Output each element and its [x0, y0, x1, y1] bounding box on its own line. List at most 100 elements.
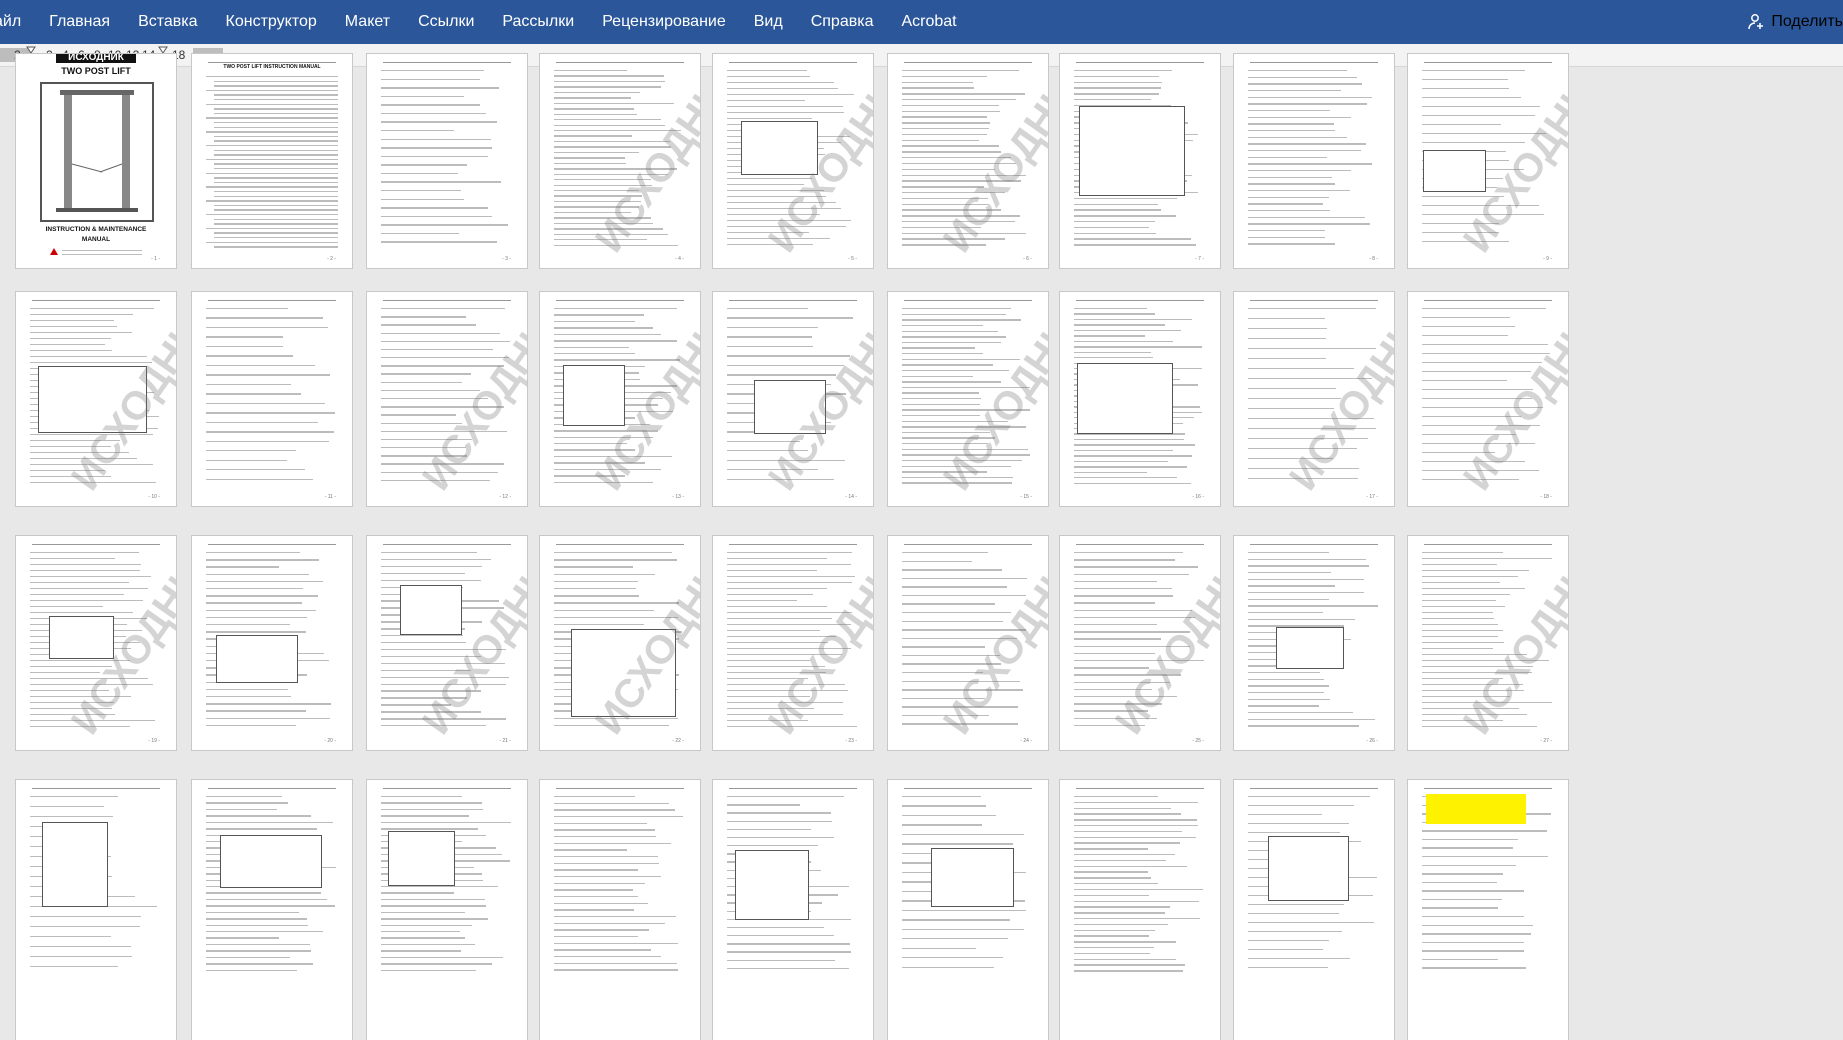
page-thumbnail[interactable]: ИСХОДНИК - 4 - — [540, 54, 700, 268]
text-line — [727, 594, 814, 596]
ribbon-tab[interactable]: Конструктор — [212, 0, 331, 44]
page-thumbnail[interactable]: ИСХОДНИК - 24 - — [888, 536, 1048, 750]
ribbon-tab[interactable]: Рассылки — [488, 0, 588, 44]
page-thumbnail[interactable]: ИСХОДНИК - 15 - — [888, 292, 1048, 506]
page-thumbnail[interactable] — [1060, 780, 1220, 1040]
text-line — [1074, 477, 1177, 479]
page-thumbnail[interactable]: ИСХОДНИК - 27 - — [1408, 536, 1568, 750]
page-thumbnail[interactable]: ИСХОДНИК - 19 - — [16, 536, 176, 750]
text-line — [727, 558, 827, 560]
page-thumbnail[interactable]: - 11 - — [192, 292, 352, 506]
page-thumbnail[interactable]: ИСХОДНИК TWO POST LIFT INSTRUCTION & MAINT… — [16, 54, 176, 268]
text-line — [727, 926, 825, 929]
text-line — [727, 308, 808, 310]
page-thumbnail[interactable]: - 16 - — [1060, 292, 1220, 506]
text-line — [381, 316, 466, 318]
toc-entry — [214, 126, 338, 128]
ribbon-tab[interactable]: Рецензирование — [588, 0, 740, 44]
page-thumbnail[interactable]: ИСХОДНИК - 23 - — [713, 536, 873, 750]
toc-entry — [214, 177, 338, 179]
page-thumbnail[interactable]: ИСХОДНИК - 5 - — [713, 54, 873, 268]
page-thumbnail[interactable]: - 8 - — [1234, 54, 1394, 268]
text-line — [1248, 338, 1326, 340]
ribbon-tab[interactable]: Ссылки — [404, 0, 488, 44]
text-line — [554, 829, 655, 831]
text-line — [554, 340, 677, 342]
ribbon-tab[interactable]: Макет — [331, 0, 404, 44]
page-thumbnail[interactable]: ИСХОДНИК - 14 - — [713, 292, 873, 506]
ribbon-tab[interactable]: Вид — [740, 0, 797, 44]
text-line — [902, 353, 983, 355]
text-line — [1422, 933, 1531, 935]
ribbon-tab[interactable]: Вставка — [124, 0, 211, 44]
page-thumbnail[interactable] — [888, 780, 1048, 1040]
page-thumbnail[interactable] — [540, 780, 700, 1040]
ribbon-tab[interactable]: Справка — [797, 0, 888, 44]
page-thumbnail[interactable]: - 26 - — [1234, 536, 1394, 750]
text-line — [381, 950, 461, 952]
ribbon-tab[interactable]: айл — [0, 0, 35, 44]
text-line — [381, 112, 487, 115]
page-thumbnail[interactable] — [367, 780, 527, 1040]
page-number: - 3 - — [502, 256, 511, 262]
text-line — [1074, 70, 1173, 72]
page-thumbnail[interactable]: ИСХОДНИК - 22 - — [540, 536, 700, 750]
share-button[interactable]: Поделить — [1747, 0, 1843, 44]
text-line — [1074, 958, 1177, 960]
text-line — [206, 710, 306, 712]
text-line — [30, 672, 101, 674]
page-thumbnail[interactable]: ИСХОДНИК - 18 - — [1408, 292, 1568, 506]
page-thumbnail[interactable] — [1408, 780, 1568, 1040]
text-line — [902, 313, 1007, 316]
page-thumbnail[interactable]: - 3 - — [367, 54, 527, 268]
text-line — [206, 937, 280, 939]
page-thumbnail[interactable] — [1234, 780, 1394, 1040]
text-line — [381, 802, 483, 804]
text-line — [902, 552, 989, 554]
text-line — [206, 336, 283, 338]
page-thumbnail[interactable]: ИСХОДНИК - 21 - — [367, 536, 527, 750]
text-line — [30, 576, 152, 578]
page-thumbnail[interactable] — [713, 780, 873, 1040]
page-header-rule — [556, 544, 684, 545]
page-number: - 21 - — [499, 738, 511, 744]
text-line — [381, 78, 481, 80]
page-thumbnail[interactable]: ИСХОДНИК - 17 - — [1234, 292, 1394, 506]
text-line — [381, 121, 497, 123]
page-number: - 22 - — [672, 738, 684, 744]
page-thumbnail[interactable] — [16, 780, 176, 1040]
text-line — [1248, 940, 1330, 942]
ribbon-tab-bar: айлГлавнаяВставкаКонструкторМакетСсылкиР… — [0, 0, 1843, 44]
text-line — [1248, 368, 1354, 370]
text-line — [1074, 335, 1146, 337]
text-line — [1248, 348, 1376, 350]
page-thumbnail[interactable]: TWO POST LIFT INSTRUCTION MANUAL - 2 - — [192, 54, 352, 268]
text-line — [554, 882, 646, 885]
figure-or-table — [1423, 149, 1487, 193]
ribbon-tab[interactable]: Acrobat — [887, 0, 970, 44]
page-thumbnail[interactable]: ИСХОДНИК - 10 - — [16, 292, 176, 506]
text-line — [902, 133, 988, 136]
page-thumbnail[interactable]: ИСХОДНИК - 25 - — [1060, 536, 1220, 750]
text-line — [554, 552, 672, 554]
text-line — [1074, 848, 1149, 850]
page-thumbnail[interactable]: - 7 - — [1060, 54, 1220, 268]
text-line — [1422, 564, 1498, 566]
page-header-rule — [729, 300, 857, 301]
text-line — [1248, 308, 1376, 310]
page-thumbnail[interactable]: - 20 - — [192, 536, 352, 750]
page-thumbnail[interactable]: ИСХОДНИК - 9 - — [1408, 54, 1568, 268]
page-thumbnail[interactable]: ИСХОДНИК - 6 - — [888, 54, 1048, 268]
cover-note-line — [62, 250, 142, 252]
text-line — [727, 326, 818, 329]
text-line — [902, 381, 1001, 383]
text-line — [1074, 923, 1168, 926]
ribbon-tab[interactable]: Главная — [35, 0, 124, 44]
text-line — [727, 364, 844, 367]
page-number: - 9 - — [1543, 256, 1552, 262]
page-thumbnail[interactable]: ИСХОДНИК - 13 - — [540, 292, 700, 506]
page-thumbnail[interactable] — [192, 780, 352, 1040]
text-line — [206, 892, 322, 894]
page-thumbnail[interactable]: ИСХОДНИК - 12 - — [367, 292, 527, 506]
text-line — [1248, 552, 1330, 554]
